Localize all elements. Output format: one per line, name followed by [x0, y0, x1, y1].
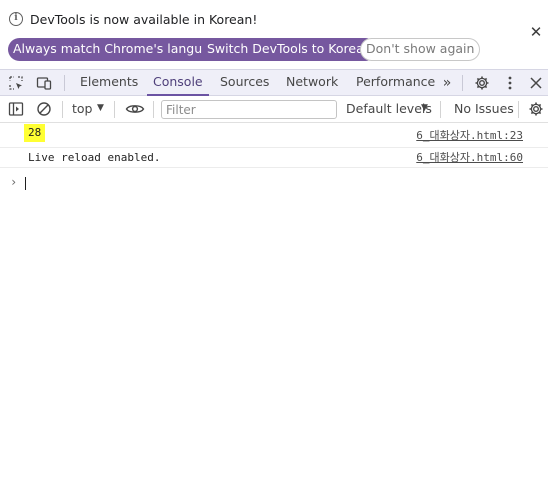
switch-to-korean-button[interactable]: Switch DevTools to Korean	[202, 38, 377, 61]
prompt-chevron-icon: ›	[10, 175, 18, 189]
device-toolbar-icon[interactable]	[36, 75, 52, 91]
toolbar-divider	[462, 75, 463, 91]
tab-performance[interactable]: Performance	[350, 70, 441, 96]
close-icon[interactable]: ✕	[528, 24, 544, 40]
toolbar-divider	[518, 101, 519, 118]
infobar-message: DevTools is now available in Korean!	[30, 12, 258, 27]
clear-console-icon[interactable]	[36, 101, 52, 117]
more-tabs-icon[interactable]: »	[438, 70, 456, 96]
chevron-down-icon[interactable]: ▼	[421, 103, 428, 113]
context-selector[interactable]: top	[72, 101, 92, 116]
toolbar-divider	[64, 75, 65, 91]
settings-icon[interactable]	[474, 75, 490, 91]
tab-elements[interactable]: Elements	[74, 70, 144, 96]
console-message: 28 6_대화상자.html:23	[0, 124, 548, 148]
log-levels-dropdown[interactable]: Default levels	[346, 101, 432, 116]
console-message: Live reload enabled. 6_대화상자.html:60	[0, 148, 548, 168]
filter-input[interactable]	[161, 100, 337, 119]
more-options-icon[interactable]	[502, 75, 518, 91]
inspect-element-icon[interactable]	[8, 75, 24, 91]
console-settings-icon[interactable]	[528, 101, 544, 117]
info-icon: i	[9, 12, 23, 26]
tab-console[interactable]: Console	[147, 70, 209, 96]
console-prompt-input[interactable]	[25, 177, 26, 190]
console-value-highlighted: 28	[24, 124, 46, 142]
show-sidebar-icon[interactable]	[8, 101, 24, 117]
source-link[interactable]: 6_대화상자.html:23	[416, 128, 523, 144]
toolbar-divider	[153, 101, 154, 118]
dont-show-again-button[interactable]: Don't show again	[360, 38, 481, 61]
source-link[interactable]: 6_대화상자.html:60	[416, 150, 523, 166]
issues-counter[interactable]: No Issues	[454, 101, 514, 116]
tab-sources[interactable]: Sources	[214, 70, 275, 96]
console-message-text: Live reload enabled.	[28, 151, 161, 164]
toolbar-divider	[440, 101, 441, 118]
console-toolbar: top ▼ Default levels ▼ No Issues	[0, 96, 548, 123]
tab-network[interactable]: Network	[280, 70, 344, 96]
toolbar-divider	[114, 101, 115, 118]
live-expression-eye-icon[interactable]	[125, 101, 145, 117]
language-infobar: i DevTools is now available in Korean! A…	[0, 0, 548, 68]
chevron-down-icon[interactable]: ▼	[97, 103, 104, 113]
always-match-language-button[interactable]: Always match Chrome's language	[8, 38, 231, 61]
close-icon[interactable]	[528, 75, 544, 91]
toolbar-divider	[62, 101, 63, 118]
devtools-main-toolbar: Elements Console Sources Network Perform…	[0, 69, 548, 96]
